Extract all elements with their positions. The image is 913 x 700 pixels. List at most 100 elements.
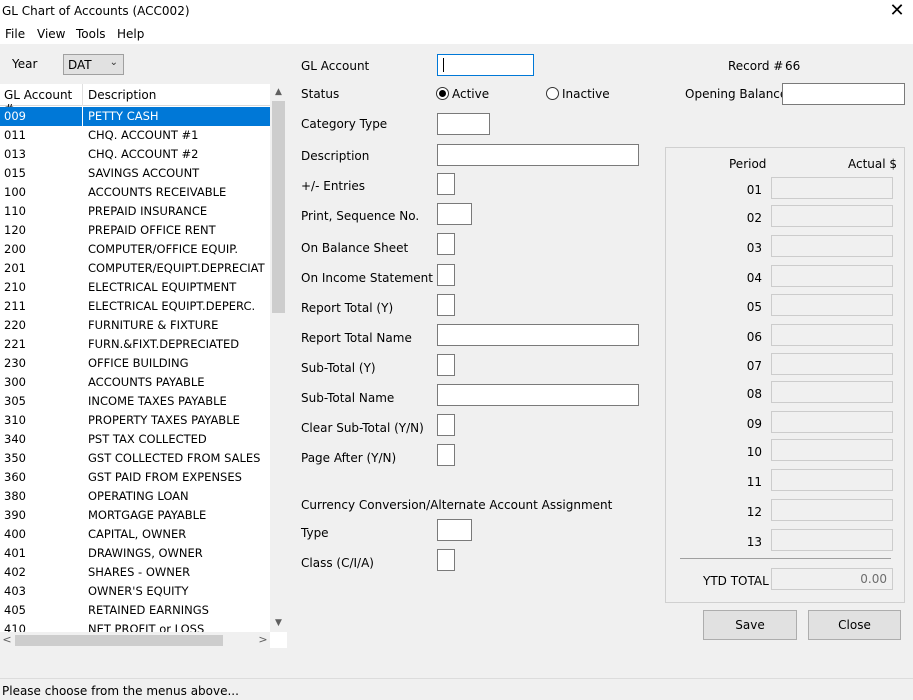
scroll-thumb-horizontal[interactable] <box>15 635 223 646</box>
report-total-name-input[interactable] <box>437 324 639 346</box>
scroll-right-icon[interactable]: > <box>256 632 270 648</box>
table-row[interactable]: 300 ACCOUNTS PAYABLE <box>0 373 270 392</box>
title-bar: GL Chart of Accounts (ACC002) ✕ <box>0 0 913 24</box>
on-balance-sheet-label: On Balance Sheet <box>301 241 409 255</box>
period-actual-field <box>771 265 893 287</box>
table-row[interactable]: 211 ELECTRICAL EQUIPT.DEPERC. <box>0 297 270 316</box>
table-row[interactable]: 210 ELECTRICAL EQUIPTMENT <box>0 278 270 297</box>
account-list[interactable]: GL Account # Description 009 PETTY CASH 01… <box>0 84 287 648</box>
status-active-label[interactable]: Active <box>452 87 489 101</box>
table-row[interactable]: 380 OPERATING LOAN <box>0 487 270 506</box>
vertical-scrollbar[interactable]: ▲ ▼ <box>270 84 287 632</box>
table-row[interactable]: 220 FURNITURE & FIXTURE <box>0 316 270 335</box>
scroll-down-icon[interactable]: ▼ <box>270 615 287 632</box>
close-icon[interactable]: ✕ <box>885 1 909 23</box>
table-row[interactable]: 400 CAPITAL, OWNER <box>0 525 270 544</box>
table-row[interactable]: 403 OWNER'S EQUITY <box>0 582 270 601</box>
year-label: Year <box>12 57 38 71</box>
table-row[interactable]: 013 CHQ. ACCOUNT #2 <box>0 145 270 164</box>
table-row[interactable]: 221 FURN.&FIXT.DEPRECIATED <box>0 335 270 354</box>
year-select[interactable]: DAT ⌄ <box>63 54 124 75</box>
account-number-cell: 340 <box>4 432 26 446</box>
period-number: 10 <box>746 445 762 459</box>
account-number-cell: 310 <box>4 413 26 427</box>
table-row[interactable]: 405 RETAINED EARNINGS <box>0 601 270 620</box>
account-number-cell: 405 <box>4 603 26 617</box>
horizontal-scrollbar[interactable]: < > <box>0 632 270 648</box>
account-description-cell: CHQ. ACCOUNT #2 <box>88 147 199 161</box>
period-number: 06 <box>746 330 762 344</box>
status-active-radio[interactable] <box>436 87 449 100</box>
table-row[interactable]: 401 DRAWINGS, OWNER <box>0 544 270 563</box>
type-input[interactable] <box>437 519 472 541</box>
table-row[interactable]: 305 INCOME TAXES PAYABLE <box>0 392 270 411</box>
table-row[interactable]: 200 COMPUTER/OFFICE EQUIP. <box>0 240 270 259</box>
scroll-thumb[interactable] <box>272 101 285 313</box>
class-input[interactable] <box>437 549 455 571</box>
period-number: 11 <box>746 475 762 489</box>
table-row[interactable]: 360 GST PAID FROM EXPENSES <box>0 468 270 487</box>
table-row[interactable]: 310 PROPERTY TAXES PAYABLE <box>0 411 270 430</box>
table-row[interactable]: 402 SHARES - OWNER <box>0 563 270 582</box>
account-number-cell: 300 <box>4 375 26 389</box>
category-type-input[interactable] <box>437 113 490 135</box>
account-description-cell: FURNITURE & FIXTURE <box>88 318 219 332</box>
account-description-cell: ELECTRICAL EQUIPT.DEPERC. <box>88 299 256 313</box>
currency-heading: Currency Conversion/Alternate Account As… <box>301 498 613 512</box>
period-number: 07 <box>746 359 762 373</box>
table-row[interactable]: 390 MORTGAGE PAYABLE <box>0 506 270 525</box>
sub-total-name-input[interactable] <box>437 384 639 406</box>
account-number-cell: 400 <box>4 527 26 541</box>
table-row[interactable]: 015 SAVINGS ACCOUNT <box>0 164 270 183</box>
scroll-left-icon[interactable]: < <box>0 632 14 648</box>
table-row[interactable]: 350 GST COLLECTED FROM SALES <box>0 449 270 468</box>
row-divider <box>82 107 83 126</box>
table-row[interactable]: 340 PST TAX COLLECTED <box>0 430 270 449</box>
save-button[interactable]: Save <box>703 610 797 640</box>
gl-account-input[interactable] <box>437 54 534 76</box>
plus-minus-entries-label: +/- Entries <box>301 179 366 193</box>
on-balance-sheet-input[interactable] <box>437 233 455 255</box>
period-actual-field <box>771 499 893 521</box>
sub-total-input[interactable] <box>437 354 455 376</box>
type-label: Type <box>301 526 329 540</box>
close-button[interactable]: Close <box>808 610 901 640</box>
account-description-cell: SAVINGS ACCOUNT <box>88 166 200 180</box>
menu-view[interactable]: View <box>37 27 65 41</box>
text-caret <box>443 58 444 72</box>
account-number-cell: 360 <box>4 470 26 484</box>
table-row[interactable]: 100 ACCOUNTS RECEIVABLE <box>0 183 270 202</box>
scroll-up-icon[interactable]: ▲ <box>270 84 287 101</box>
account-number-cell: 210 <box>4 280 26 294</box>
menu-help[interactable]: Help <box>117 27 144 41</box>
menu-tools[interactable]: Tools <box>76 27 106 41</box>
account-description-cell: CAPITAL, OWNER <box>88 527 187 541</box>
account-description-cell: SHARES - OWNER <box>88 565 191 579</box>
status-inactive-label[interactable]: Inactive <box>562 87 610 101</box>
ytd-total-label: YTD TOTAL <box>703 574 769 588</box>
column-header-description[interactable]: Description <box>88 88 156 102</box>
description-label: Description <box>301 149 370 163</box>
account-number-cell: 401 <box>4 546 26 560</box>
page-after-input[interactable] <box>437 444 455 466</box>
period-number: 05 <box>746 300 762 314</box>
print-sequence-input[interactable] <box>437 203 472 225</box>
account-description-cell: OPERATING LOAN <box>88 489 189 503</box>
clear-sub-total-input[interactable] <box>437 414 455 436</box>
opening-balance-input[interactable] <box>782 83 905 105</box>
on-income-statement-input[interactable] <box>437 264 455 286</box>
status-inactive-radio[interactable] <box>546 87 559 100</box>
menu-file[interactable]: File <box>5 27 25 41</box>
plus-minus-entries-input[interactable] <box>437 173 455 195</box>
table-row[interactable]: 011 CHQ. ACCOUNT #1 <box>0 126 270 145</box>
table-row[interactable]: 110 PREPAID INSURANCE <box>0 202 270 221</box>
account-description-cell: OWNER'S EQUITY <box>88 584 189 598</box>
table-row[interactable]: 009 PETTY CASH <box>0 107 270 126</box>
account-description-cell: PST TAX COLLECTED <box>88 432 207 446</box>
table-row[interactable]: 230 OFFICE BUILDING <box>0 354 270 373</box>
report-total-input[interactable] <box>437 294 455 316</box>
table-row[interactable]: 120 PREPAID OFFICE RENT <box>0 221 270 240</box>
description-input[interactable] <box>437 144 639 166</box>
window-title: GL Chart of Accounts (ACC002) <box>2 4 190 18</box>
table-row[interactable]: 201 COMPUTER/EQUIPT.DEPRECIAT <box>0 259 270 278</box>
